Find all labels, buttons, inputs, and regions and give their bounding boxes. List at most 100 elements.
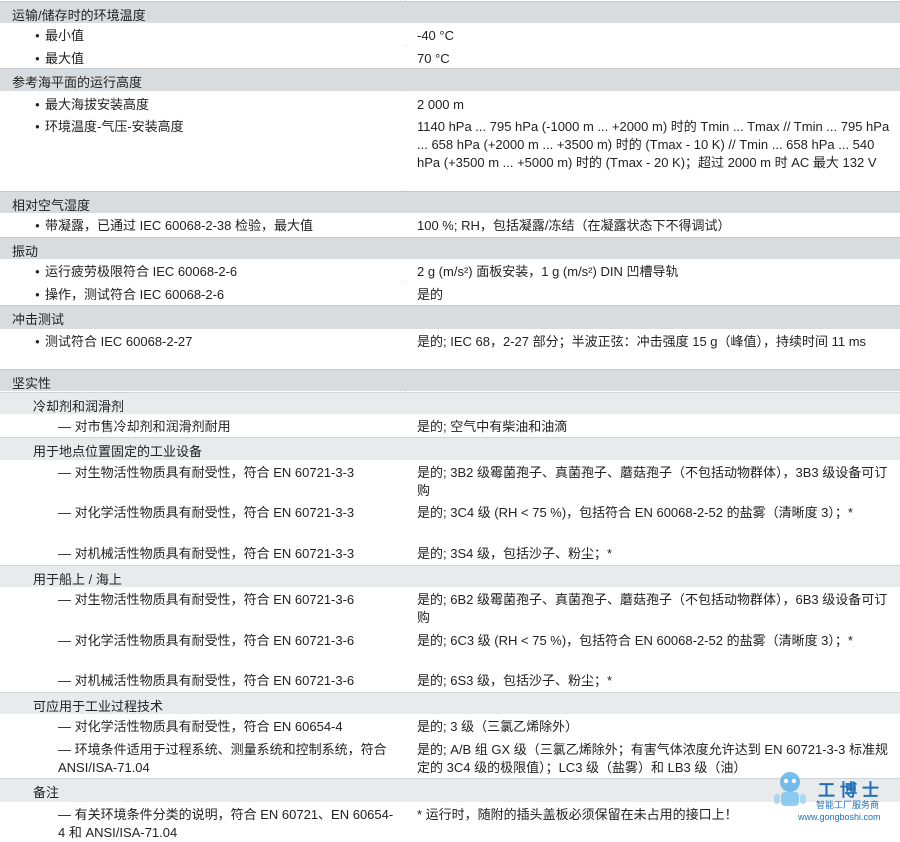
spec-row: ● 测试符合 IEC 60068-2-27 是的; IEC 68，2-27 部分；半… (0, 329, 900, 369)
bullet-icon: ● (35, 290, 40, 299)
spec-row: ● 操作，测试符合 IEC 60068-2-6 是的 (0, 282, 900, 305)
spec-label-text: 运行疲劳极限符合 IEC 60068-2-6 (45, 264, 238, 279)
spec-value: 是的; 空气中有柴油和油滴 (417, 419, 568, 434)
spec-label-text: 最大值 (45, 51, 85, 66)
bullet-icon: ● (35, 122, 40, 131)
spec-value: 1140 hPa ... 795 hPa (-1000 m ... +2000 … (417, 119, 890, 170)
spec-label-text: — 对机械活性物质具有耐受性，符合 EN 60721-3-6 (58, 673, 355, 688)
spec-row: — 有关环境条件分类的说明，符合 EN 60721、EN 60654-4 和 A… (0, 802, 900, 840)
spec-row: — 对机械活性物质具有耐受性，符合 EN 60721-3-6 是的; 6S3 级，… (0, 668, 900, 692)
spec-row: ● 最大值 70 °C (0, 46, 900, 68)
spec-row: ● 带凝露，已通过 IEC 60068-2-38 检验，最大值 100 %; RH，… (0, 213, 900, 237)
spec-value: 是的; 6C3 级 (RH < 75 %)，包括符合 EN 60068-2-52… (417, 633, 853, 648)
section-header: 冲击测试 (0, 305, 900, 329)
spec-label-text: 最小值 (45, 28, 85, 43)
section-title: 坚实性 (12, 376, 52, 391)
spec-row: ● 最大海拔安装高度 2 000 m (0, 92, 900, 114)
spec-label: — 环境条件适用于过程系统、测量系统和控制系统，符合 ANSI/ISA-71.0… (58, 741, 398, 777)
spec-row: — 环境条件适用于过程系统、测量系统和控制系统，符合 ANSI/ISA-71.0… (0, 737, 900, 778)
spec-label-text: — 对市售冷却剂和润滑剂耐用 (58, 419, 231, 434)
subsection-title: 用于船上 / 海上 (33, 572, 122, 587)
subsection-title: 备注 (33, 785, 60, 800)
spec-row: — 对市售冷却剂和润滑剂耐用 是的; 空气中有柴油和油滴 (0, 414, 900, 437)
robot-mascot-icon (774, 772, 806, 806)
section-title: 参考海平面的运行高度 (12, 75, 143, 90)
spec-label-text: 最大海拔安装高度 (45, 97, 150, 112)
subsection-title: 可应用于工业过程技术 (33, 699, 164, 714)
spec-label-text: — 有关环境条件分类的说明，符合 EN 60721、EN 60654-4 和 A… (58, 807, 394, 840)
bullet-icon: ● (35, 100, 40, 109)
spec-label-text: 带凝露，已通过 IEC 60068-2-38 检验，最大值 (45, 218, 314, 233)
spec-row: — 对生物活性物质具有耐受性，符合 EN 60721-3-3 是的; 3B2 级霉… (0, 460, 900, 500)
bullet-icon: ● (35, 221, 40, 230)
spec-row: ● 环境温度-气压-安装高度 1140 hPa ... 795 hPa (-1000… (0, 114, 900, 190)
section-header: 坚实性 (0, 369, 900, 391)
spec-label: ● 测试符合 IEC 60068-2-27 (35, 333, 400, 351)
spec-row: — 对化学活性物质具有耐受性，符合 EN 60721-3-3 是的; 3C4 级 … (0, 500, 900, 541)
section-header: 相对空气湿度 (0, 191, 900, 213)
bullet-icon: ● (35, 54, 40, 63)
spec-label-text: — 对化学活性物质具有耐受性，符合 EN 60721-3-6 (58, 633, 355, 648)
spec-value: 是的; 6S3 级，包括沙子、粉尘；* (417, 673, 613, 688)
spec-label-text: 测试符合 IEC 60068-2-27 (45, 334, 193, 349)
spec-value: 70 °C (417, 51, 450, 66)
spec-sheet: 运输/储存时的环境温度 ● 最小值 -40 °C ● 最大值 70 °C 参考海平面的运行高度… (0, 0, 900, 840)
bullet-icon: ● (35, 337, 40, 346)
spec-value: 是的; 3S4 级，包括沙子、粉尘；* (417, 546, 613, 561)
spec-value: 是的; IEC 68，2-27 部分；半波正弦：冲击强度 15 g（峰值），持续… (417, 334, 867, 349)
spec-label-text: — 环境条件适用于过程系统、测量系统和控制系统，符合 ANSI/ISA-71.0… (58, 742, 387, 775)
spec-value: 2 000 m (417, 97, 464, 112)
spec-label-text: 环境温度-气压-安装高度 (45, 119, 184, 134)
spec-label-text: — 对机械活性物质具有耐受性，符合 EN 60721-3-3 (58, 546, 355, 561)
spec-label-text: — 对化学活性物质具有耐受性，符合 EN 60654-4 (58, 719, 343, 734)
spec-value: 是的; 3C4 级 (RH < 75 %)，包括符合 EN 60068-2-52… (417, 505, 853, 520)
subsection-header: 用于船上 / 海上 (0, 565, 900, 587)
spec-row: — 对生物活性物质具有耐受性，符合 EN 60721-3-6 是的; 6B2 级霉… (0, 587, 900, 628)
spec-label: ● 最小值 (35, 27, 400, 45)
spec-label: — 对化学活性物质具有耐受性，符合 EN 60721-3-6 (58, 632, 398, 650)
spec-label: ● 带凝露，已通过 IEC 60068-2-38 检验，最大值 (35, 217, 400, 235)
spec-label-text: — 对生物活性物质具有耐受性，符合 EN 60721-3-3 (58, 465, 355, 480)
spec-label: — 对生物活性物质具有耐受性，符合 EN 60721-3-6 (58, 591, 398, 609)
spec-label: — 对市售冷却剂和润滑剂耐用 (58, 418, 398, 436)
spec-label: — 对生物活性物质具有耐受性，符合 EN 60721-3-3 (58, 464, 398, 482)
spec-label: — 对机械活性物质具有耐受性，符合 EN 60721-3-3 (58, 545, 398, 563)
spec-value: 是的; 3B2 级霉菌孢子、真菌孢子、蘑菇孢子（不包括动物群体），3B3 级设备… (417, 465, 888, 498)
spec-value: -40 °C (417, 28, 454, 43)
spec-row: ● 最小值 -40 °C (0, 23, 900, 45)
spec-value: 是的; 3 级（三氯乙烯除外） (417, 719, 579, 734)
section-title: 运输/储存时的环境温度 (12, 8, 146, 23)
spec-label: ● 环境温度-气压-安装高度 (35, 118, 400, 136)
spec-value: 2 g (m/s²) 面板安装，1 g (m/s²) DIN 凹槽导轨 (417, 264, 679, 279)
spec-row: — 对化学活性物质具有耐受性，符合 EN 60721-3-6 是的; 6C3 级 … (0, 628, 900, 668)
spec-label: — 对化学活性物质具有耐受性，符合 EN 60654-4 (58, 718, 398, 736)
spec-value: 100 %; RH，包括凝露/冻结（在凝露状态下不得调试） (417, 218, 731, 233)
subsection-title: 用于地点位置固定的工业设备 (33, 444, 203, 459)
spec-label: ● 操作，测试符合 IEC 60068-2-6 (35, 286, 400, 304)
spec-label-text: — 对生物活性物质具有耐受性，符合 EN 60721-3-6 (58, 592, 355, 607)
section-title: 相对空气湿度 (12, 198, 91, 213)
spec-value: 是的 (417, 287, 444, 302)
section-header: 参考海平面的运行高度 (0, 68, 900, 91)
section-title: 冲击测试 (12, 312, 65, 327)
spec-label: ● 运行疲劳极限符合 IEC 60068-2-6 (35, 263, 400, 281)
spec-row: ● 运行疲劳极限符合 IEC 60068-2-6 2 g (m/s²) 面板安装，1… (0, 259, 900, 281)
spec-label-text: 操作，测试符合 IEC 60068-2-6 (45, 287, 225, 302)
watermark-url: www.gongboshi.com (798, 812, 881, 822)
section-title: 振动 (12, 244, 39, 259)
bullet-icon: ● (35, 31, 40, 40)
spec-label: — 对机械活性物质具有耐受性，符合 EN 60721-3-6 (58, 672, 398, 690)
subsection-header: 可应用于工业过程技术 (0, 692, 900, 714)
subsection-header: 备注 (0, 778, 900, 802)
spec-label: ● 最大值 (35, 50, 400, 68)
subsection-title: 冷却剂和润滑剂 (33, 399, 125, 414)
section-header: 运输/储存时的环境温度 (0, 1, 900, 23)
spec-row: — 对机械活性物质具有耐受性，符合 EN 60721-3-3 是的; 3S4 级，… (0, 541, 900, 565)
spec-value: 是的; 6B2 级霉菌孢子、真菌孢子、蘑菇孢子（不包括动物群体），6B3 级设备… (417, 592, 888, 625)
spec-row: — 对化学活性物质具有耐受性，符合 EN 60654-4 是的; 3 级（三氯乙烯… (0, 714, 900, 737)
spec-label-text: — 对化学活性物质具有耐受性，符合 EN 60721-3-3 (58, 505, 355, 520)
watermark-logo: 工博士 智能工厂服务商 www.gongboshi.com (768, 768, 900, 837)
spec-label: — 对化学活性物质具有耐受性，符合 EN 60721-3-3 (58, 504, 398, 522)
spec-label: ● 最大海拔安装高度 (35, 96, 400, 114)
section-header: 振动 (0, 237, 900, 259)
